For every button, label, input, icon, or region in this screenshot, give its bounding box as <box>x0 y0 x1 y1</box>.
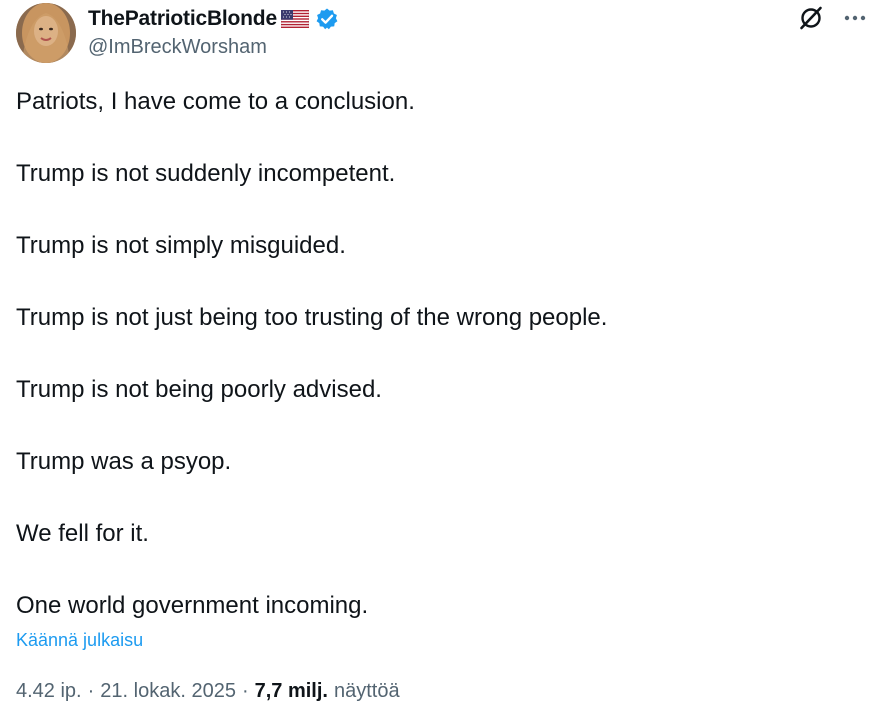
tweet-top-actions <box>797 4 869 32</box>
us-flag-icon <box>280 9 310 29</box>
more-options-icon[interactable] <box>841 4 869 32</box>
post-date[interactable]: 21. lokak. 2025 <box>100 680 236 703</box>
tweet-paragraph: Patriots, I have come to a conclusion. <box>16 88 415 115</box>
meta-separator: · <box>241 680 249 702</box>
tweet-paragraph: Trump is not just being too trusting of … <box>16 304 608 331</box>
views-count[interactable]: 7,7 milj. <box>255 680 328 703</box>
grok-icon[interactable] <box>797 4 825 32</box>
author-display-name[interactable]: ThePatrioticBlonde <box>88 7 277 31</box>
tweet-paragraph: We fell for it. <box>16 520 149 547</box>
avatar[interactable] <box>16 3 76 63</box>
author-name-row: ThePatrioticBlonde <box>88 6 339 32</box>
verified-badge-icon[interactable] <box>315 7 339 31</box>
translate-post-link[interactable]: Käännä julkaisu <box>16 630 143 651</box>
post-time[interactable]: 4.42 ip. <box>16 680 82 703</box>
avatar-image <box>16 3 76 63</box>
tweet-paragraph: Trump is not suddenly incompetent. <box>16 160 396 187</box>
meta-separator: · <box>87 680 95 702</box>
tweet-text: Patriots, I have come to a conclusion. T… <box>16 86 866 622</box>
author-handle[interactable]: @ImBreckWorsham <box>88 36 267 59</box>
views-label: näyttöä <box>333 680 400 702</box>
tweet-paragraph: Trump is not being poorly advised. <box>16 376 382 403</box>
tweet-metadata: 4.42 ip. · 21. lokak. 2025 · 7,7 milj. n… <box>16 680 400 703</box>
tweet-paragraph: Trump is not simply misguided. <box>16 232 346 259</box>
tweet-paragraph: Trump was a psyop. <box>16 448 232 475</box>
tweet: ThePatrioticBlonde @ImBreckWorsham Patri… <box>0 0 887 717</box>
tweet-paragraph: One world government incoming. <box>16 592 369 619</box>
